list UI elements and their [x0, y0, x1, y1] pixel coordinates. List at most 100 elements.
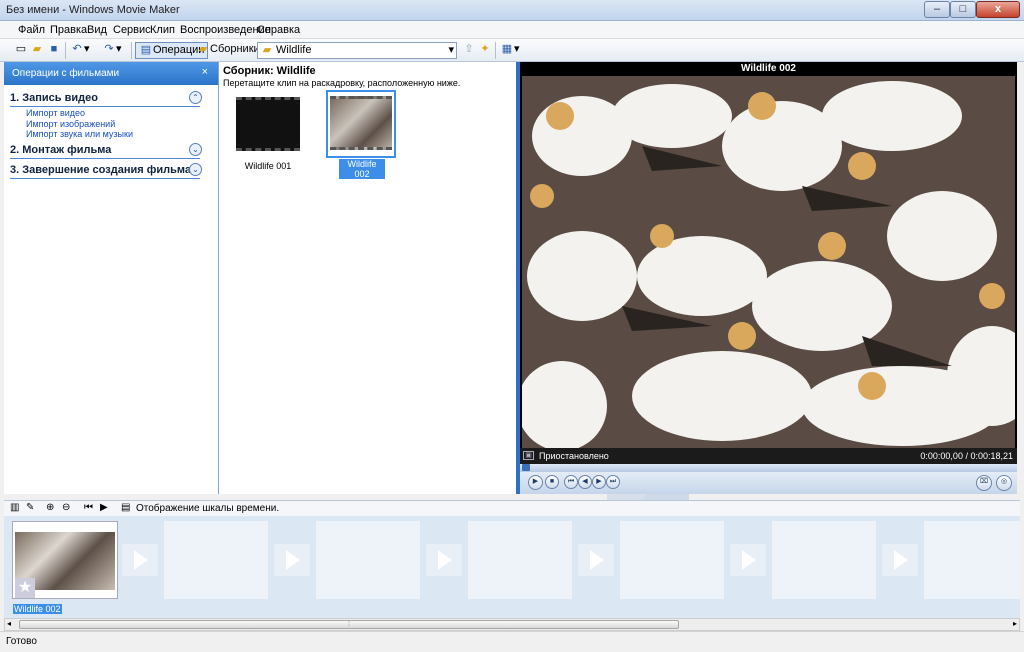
up-level-button[interactable]: ⇧: [462, 42, 476, 59]
rewind-button[interactable]: ◀: [578, 475, 592, 489]
preview-title: Wildlife 002: [741, 63, 796, 74]
section-finish-movie[interactable]: 3. Завершение создания фильма ⌄: [10, 163, 202, 176]
storyboard-slot[interactable]: [164, 521, 268, 599]
section-title: 3. Завершение создания фильма: [10, 164, 191, 176]
redo-icon: ↷: [104, 43, 114, 55]
star-icon: ★: [15, 578, 35, 598]
section-divider: [10, 106, 200, 107]
menu-help[interactable]: Справка: [257, 24, 300, 36]
storyboard-clip[interactable]: ★ Wildlife 002: [12, 521, 118, 614]
chevron-down-icon: ▾: [448, 44, 454, 56]
view-icon: ▦: [501, 43, 513, 55]
menu-view[interactable]: Вид: [87, 24, 107, 36]
playback-controls: ▶ ■ ⏮ ◀ ▶ ⏭ ⌧ ◎: [520, 472, 1017, 494]
toolbar: ▭ ▰ ■ ↶ ▾ ↷ ▾ ▤ Операции ▰ Сборники ▰ Wildlif…: [0, 39, 1024, 62]
title-bar: Без имени - Windows Movie Maker – □ x: [0, 0, 1024, 21]
forward-button[interactable]: ▶: [592, 475, 606, 489]
play-storyboard-icon[interactable]: ▶: [100, 502, 108, 513]
chevron-down-icon[interactable]: ⌄: [189, 163, 202, 176]
zoom-in-icon[interactable]: ⊕: [46, 502, 54, 513]
toolbar-separator: [495, 42, 496, 59]
storyboard-slot[interactable]: [620, 521, 724, 599]
storyboard-icon[interactable]: ▥: [10, 502, 19, 513]
window-title: Без имени - Windows Movie Maker: [6, 4, 180, 16]
storyboard-slot[interactable]: [468, 521, 572, 599]
transition-slot[interactable]: [274, 544, 310, 576]
open-project-button[interactable]: ▰: [30, 42, 44, 59]
playback-time: 0:00:00,00 / 0:00:18,21: [920, 451, 1013, 461]
scroll-left-icon[interactable]: ◂: [7, 619, 11, 628]
transition-slot[interactable]: [578, 544, 614, 576]
status-bar: Готово: [0, 631, 1024, 652]
preview-monitor: Wildlife 002 ▣ Приостановлено 0:00:00,00…: [520, 62, 1017, 494]
link-import-audio[interactable]: Импорт звука или музыки: [26, 129, 133, 139]
maximize-button[interactable]: □: [950, 1, 976, 18]
storyboard-slot[interactable]: [772, 521, 876, 599]
play-button[interactable]: ▶: [528, 475, 543, 490]
collection-select[interactable]: ▰ Wildlife ▾: [257, 42, 457, 59]
stop-button[interactable]: ■: [545, 475, 559, 489]
clip-thumbnail: [330, 96, 392, 150]
view-options-button[interactable]: ▦ ▾: [500, 42, 520, 59]
transition-slot[interactable]: [882, 544, 918, 576]
scroll-right-icon[interactable]: ▸: [1013, 619, 1017, 628]
collection-select-value: Wildlife: [276, 44, 312, 56]
seek-bar[interactable]: [520, 464, 1017, 472]
section-edit-movie[interactable]: 2. Монтаж фильма ⌄: [10, 143, 202, 156]
seek-thumb[interactable]: [522, 464, 530, 471]
section-capture-video[interactable]: 1. Запись видео ⌃: [10, 91, 202, 104]
save-project-button[interactable]: ■: [47, 42, 61, 59]
preview-status-bar: ▣ Приостановлено 0:00:00,00 / 0:00:18,21: [520, 448, 1017, 464]
storyboard-slot[interactable]: [316, 521, 420, 599]
undo-button[interactable]: ↶ ▾: [70, 42, 89, 59]
transition-slot[interactable]: [122, 544, 158, 576]
clip-label: Wildlife 002: [339, 159, 385, 179]
new-project-button[interactable]: ▭: [14, 42, 28, 59]
video-icon: ▣: [523, 451, 534, 460]
scrollbar-thumb[interactable]: ⦙: [19, 620, 679, 629]
menu-clip[interactable]: Клип: [150, 24, 175, 36]
close-button[interactable]: x: [976, 1, 1020, 18]
section-title: 2. Монтаж фильма: [10, 144, 112, 156]
new-collection-button[interactable]: ✦: [478, 42, 492, 59]
next-frame-button[interactable]: ⏭: [606, 475, 620, 489]
playback-status: Приостановлено: [539, 451, 609, 461]
zoom-out-icon[interactable]: ⊖: [62, 502, 70, 513]
snapshot-button[interactable]: ◎: [996, 475, 1012, 491]
storyboard-slot[interactable]: [924, 521, 1020, 599]
menu-edit[interactable]: Правка: [50, 24, 87, 36]
link-import-video[interactable]: Импорт видео: [26, 108, 85, 118]
movie-tasks-pane: Операции с фильмами × 1. Запись видео ⌃ И…: [4, 62, 219, 494]
toolbar-separator: [131, 42, 132, 59]
storyboard-scrollbar[interactable]: ◂ ⦙ ▸: [4, 618, 1020, 631]
status-text: Готово: [6, 636, 37, 647]
minimize-button[interactable]: –: [924, 1, 950, 18]
undo-icon: ↶: [72, 43, 82, 55]
narrate-icon[interactable]: ✎: [26, 502, 34, 513]
operations-icon: ▤: [140, 44, 152, 56]
show-timeline-label[interactable]: Отображение шкалы времени.: [136, 503, 279, 514]
chevron-down-icon[interactable]: ⌄: [189, 143, 202, 156]
clip-item[interactable]: Wildlife 001: [231, 94, 305, 172]
rewind-storyboard-icon[interactable]: ⏮: [84, 502, 93, 513]
section-divider: [10, 158, 200, 159]
tasks-close-icon[interactable]: ×: [202, 66, 208, 78]
new-icon: ▭: [15, 43, 27, 55]
collections-toggle[interactable]: ▰ Сборники: [196, 42, 260, 59]
open-folder-icon: ▰: [32, 43, 42, 55]
redo-button[interactable]: ↷ ▾: [102, 42, 121, 59]
link-import-images[interactable]: Импорт изображений: [26, 119, 115, 129]
storyboard-toolbar: ▥ ✎ ⊕ ⊖ ⏮ ▶ ▤ Отображение шкалы времени.: [4, 500, 1020, 516]
clip-item-selected[interactable]: Wildlife 002: [326, 90, 396, 179]
clip-label: Wildlife 001: [244, 161, 292, 171]
collection-icon: ▰: [262, 44, 272, 56]
split-clip-button[interactable]: ⌧: [976, 475, 992, 491]
previous-frame-button[interactable]: ⏮: [564, 475, 578, 489]
transition-slot[interactable]: [426, 544, 462, 576]
timeline-icon[interactable]: ▤: [121, 502, 130, 513]
menu-tools[interactable]: Сервис: [113, 24, 151, 36]
menu-file[interactable]: Файл: [18, 24, 45, 36]
chevron-up-icon[interactable]: ⌃: [189, 91, 202, 104]
transition-slot[interactable]: [730, 544, 766, 576]
video-frame: [522, 76, 1015, 448]
